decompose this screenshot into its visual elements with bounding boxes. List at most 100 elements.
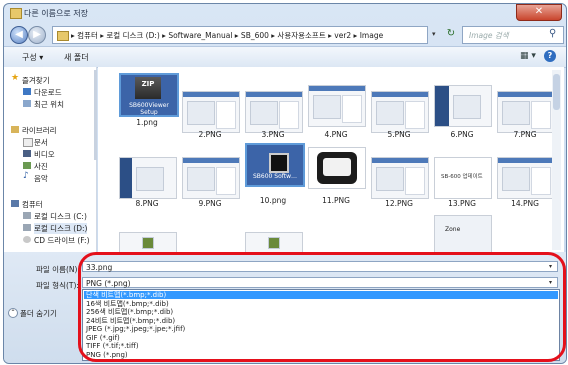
nav-music[interactable]: ♪ 음악 [23,171,48,184]
new-folder-button[interactable]: 새 폴더 [64,52,89,63]
thumbnail-caption: SB600Viewer Setup [129,102,169,116]
nav-label: 비디오 [34,150,55,159]
nav-label: 다운로드 [34,88,62,97]
nav-label: CD 드라이브 (F:) [34,236,90,245]
filename-label: 파일 이름(N): [36,265,80,274]
nav-label: 최근 위치 [34,100,64,109]
search-input[interactable]: Image 검색 ⚲ [462,26,564,44]
nav-label: 로컬 디스크 (D:) [34,224,88,233]
file-name: 13.PNG [448,199,476,208]
nav-scrollbar[interactable] [94,70,97,160]
music-icon: ♪ [23,171,29,181]
nav-favorites[interactable]: ★ 즐겨찾기 [11,73,50,86]
nav-drive-f[interactable]: CD 드라이브 (F:) [23,235,90,246]
thumbnail-caption: SB-600 업데이트 [441,174,483,180]
paint-app-icon [10,8,22,19]
file-thumbnail [434,85,492,127]
navigation-pane: ★ 즐겨찾기 다운로드 최근 위치 라이브러리 문서 비디오 사진 ♪ 음악 컴… [4,67,97,252]
back-button[interactable]: ◀ [10,26,28,44]
refresh-icon[interactable]: ↻ [444,26,458,42]
search-placeholder: Image 검색 [469,31,509,40]
drive-icon [23,224,31,231]
star-icon: ★ [11,73,20,83]
breadcrumb[interactable]: ▸ 컴퓨터 ▸ 로컬 디스크 (D:) ▸ Software_Manual ▸ … [71,30,383,41]
file-item[interactable]: ZIP SB600Viewer Setup 1.png [116,73,179,155]
help-icon[interactable]: ? [544,50,556,62]
organize-button[interactable]: 구성 ▾ [22,52,43,63]
file-item[interactable] [242,232,304,254]
chevron-up-icon: ⌃ [8,308,18,318]
file-thumbnail [182,157,240,199]
nav-recent[interactable]: 최근 위치 [23,99,64,110]
nav-label: 즐겨찾기 [22,76,50,85]
file-thumbnail [371,91,429,133]
scrollbar-thumb[interactable] [553,74,560,110]
file-name: 5.PNG [387,130,411,139]
file-item[interactable]: 14.PNG [494,157,556,239]
picture-icon [23,162,31,169]
file-item[interactable]: SB600 Softw… 10.png [242,143,305,225]
file-thumbnail [497,91,555,133]
file-thumbnail: Zone [434,215,492,254]
highlight-annotation [78,252,566,362]
thumbnail-caption: Zone [445,226,461,233]
file-thumbnail: SB-600 업데이트 [434,157,492,199]
drive-icon [23,212,31,219]
file-name: 9.PNG [198,199,222,208]
nav-drive-d[interactable]: 로컬 디스크 (D:) [23,223,88,234]
nav-label: 컴퓨터 [22,200,43,209]
nav-label: 라이브러리 [22,126,57,135]
nav-pictures[interactable]: 사진 [23,161,48,172]
search-icon[interactable]: ⚲ [549,28,556,39]
view-options-icon[interactable]: ▦ ▾ [520,51,536,61]
file-list: ZIP SB600Viewer Setup 1.png 2.PNG 3.PNG … [98,67,564,254]
nav-downloads[interactable]: 다운로드 [23,87,62,98]
nav-label: 문서 [34,138,48,147]
file-thumbnail [119,157,177,199]
file-thumbnail: ZIP SB600Viewer Setup [119,73,179,117]
file-thumbnail [308,147,366,189]
file-name: 1.png [136,118,158,127]
video-icon [23,150,31,157]
file-item[interactable]: 11.PNG [305,147,367,229]
forward-button[interactable]: ▶ [28,26,46,44]
file-name: 8.PNG [135,199,159,208]
nav-videos[interactable]: 비디오 [23,149,55,160]
file-thumbnail [245,91,303,133]
file-item[interactable]: 12.PNG [368,157,430,239]
recent-places-icon [23,100,31,107]
close-button[interactable]: ✕ [516,4,562,21]
nav-computer[interactable]: 컴퓨터 [11,199,43,210]
address-bar[interactable]: ▸ 컴퓨터 ▸ 로컬 디스크 (D:) ▸ Software_Manual ▸ … [52,26,428,44]
file-item[interactable]: 8.PNG [116,157,178,239]
cd-drive-icon [23,236,31,243]
address-dropdown-icon[interactable]: ▾ [432,30,436,38]
nav-drive-c[interactable]: 로컬 디스크 (C:) [23,211,87,222]
thumbnail-caption: SB600 Softw… [252,173,298,180]
file-name: 10.png [259,196,287,205]
download-folder-icon [23,88,31,95]
nav-label: 로컬 디스크 (C:) [34,212,87,221]
filetype-label: 파일 형식(T): [36,281,79,290]
toolbar: 구성 ▾ 새 폴더 ▦ ▾ ? [4,46,566,68]
file-thumbnail [182,91,240,133]
file-thumbnail [497,157,555,199]
nav-documents[interactable]: 문서 [23,137,48,148]
file-name: 3.PNG [261,130,285,139]
file-thumbnail [308,85,366,127]
installer-icon [269,153,289,173]
file-item[interactable]: 6.PNG [431,85,493,167]
title-bar[interactable]: 다른 이름으로 저장 ✕ [4,4,566,22]
file-thumbnail [119,232,177,254]
folder-icon [57,31,69,41]
zip-icon: ZIP [135,77,161,99]
file-item[interactable] [116,232,178,254]
file-item[interactable]: 9.PNG [179,157,241,239]
window-title: 다른 이름으로 저장 [24,9,88,18]
file-name: 7.PNG [513,130,537,139]
file-thumbnail [371,157,429,199]
nav-libraries[interactable]: 라이브러리 [11,125,57,136]
file-name: 14.PNG [511,199,539,208]
file-item[interactable]: Zone [431,215,493,254]
nav-label: 음악 [34,174,48,183]
